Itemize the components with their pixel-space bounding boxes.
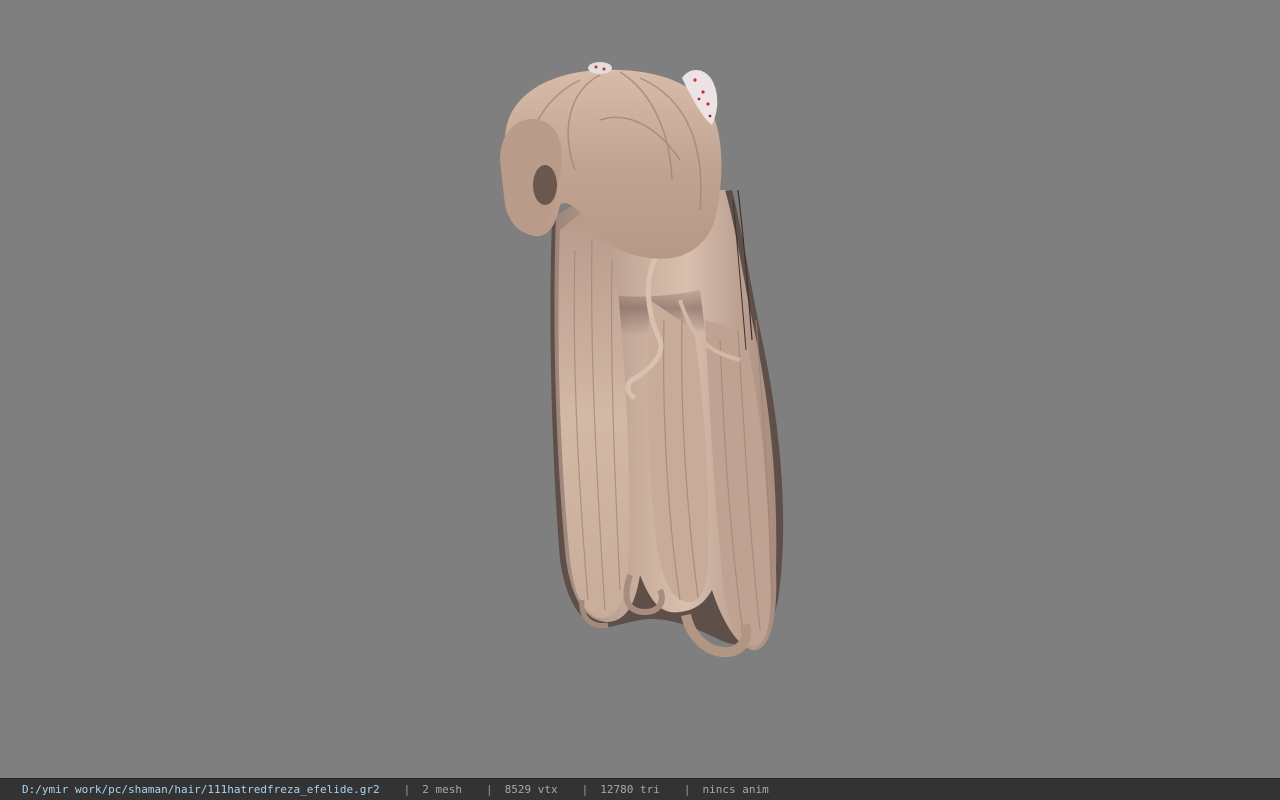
file-path-label: D:/ymir work/pc/shaman/hair/111hatredfre… [22,783,380,796]
status-separator: | [683,783,691,796]
3d-viewport[interactable] [0,0,1280,778]
status-separator: | [486,783,493,796]
status-separator: | [581,783,589,796]
status-bar: D:/ymir work/pc/shaman/hair/111hatredfre… [0,778,1280,800]
triangle-count-label: 12780 tri [600,783,660,796]
flower-accessory-left [588,62,612,74]
vertex-count-label: 8529 vtx [504,783,558,796]
hair-model-render [500,62,784,658]
animation-status-label: nincs anim [702,783,769,796]
hair-bun-hollow [533,165,557,205]
mesh-count-label: 2 mesh [422,783,462,796]
status-separator: | [403,783,411,796]
